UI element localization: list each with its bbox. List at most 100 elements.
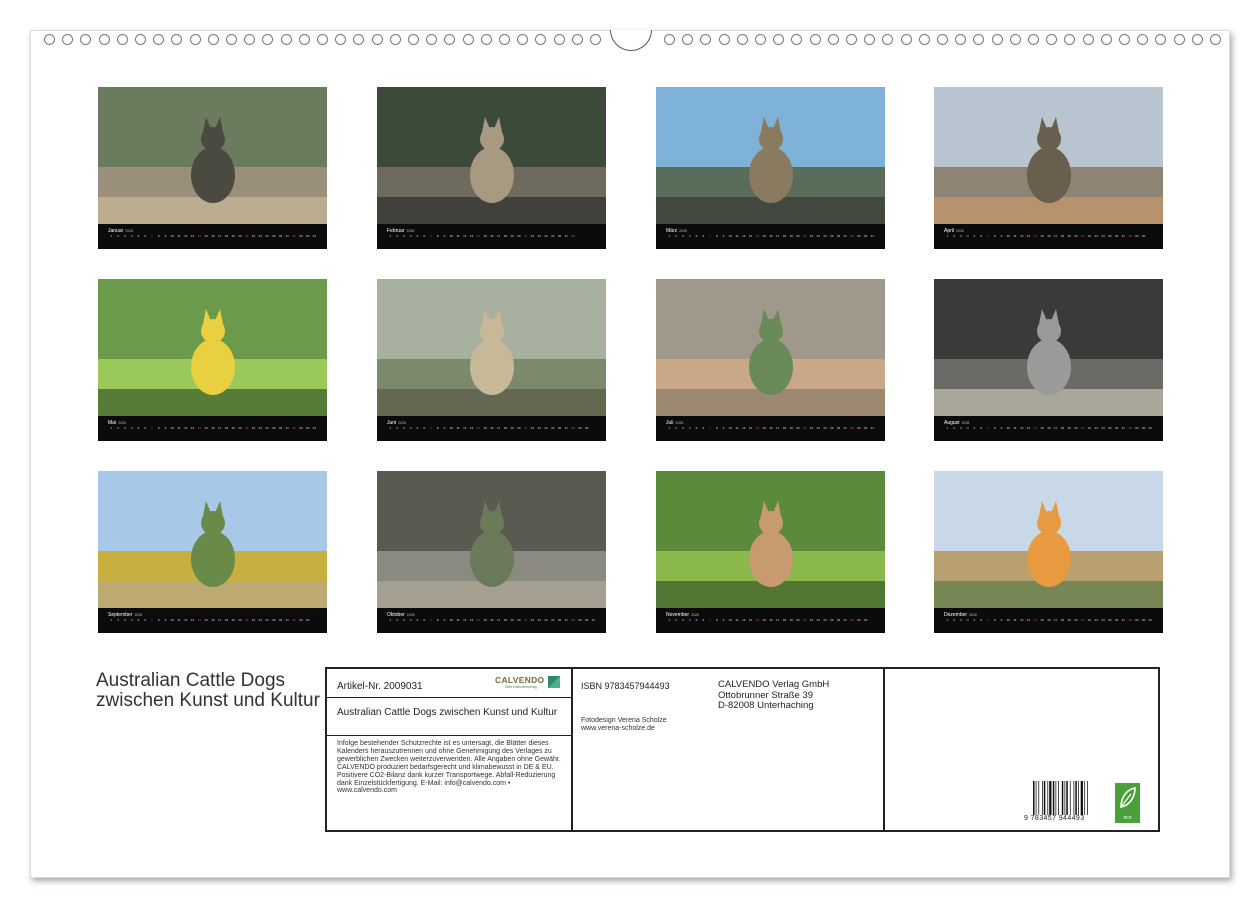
day-cell: 28 — [571, 426, 575, 430]
day-cell: 21 — [524, 234, 528, 238]
day-cell: 18 — [1060, 234, 1065, 238]
binding-ring — [389, 34, 401, 45]
day-cell: 13 — [469, 426, 474, 430]
day-cell: 9 — [722, 618, 725, 622]
day-cell: 1 — [668, 426, 671, 430]
barcode-bar — [1055, 781, 1057, 815]
day-cell: 5 — [137, 234, 140, 238]
dog-photo — [656, 471, 885, 608]
day-cell: 24 — [823, 618, 827, 622]
day-cell — [576, 234, 583, 246]
month-page-8: August 2026 1 2 3 4 5 6 7 8 9 10 11 12 13 14 15 16 17 18 19 2… — [934, 279, 1163, 441]
day-cell: 14 — [197, 426, 201, 430]
binding-ring — [480, 34, 492, 45]
day-cell: 23 — [1094, 426, 1098, 430]
dog-photo — [934, 471, 1163, 608]
day-cell: 6 — [980, 426, 983, 430]
day-cell: 16 — [769, 234, 773, 238]
day-cell: 6 — [144, 618, 147, 622]
day-cell: 12 — [463, 234, 467, 238]
day-cell: 26 — [836, 234, 841, 238]
binding-ring — [1100, 34, 1112, 45]
day-cell: 17 — [775, 618, 780, 622]
binding-ring — [827, 34, 839, 45]
day-cell: 13 — [190, 234, 195, 238]
day-cell: 26 — [278, 618, 283, 622]
day-cell: 8 — [436, 426, 439, 430]
day-cell: 2 — [396, 618, 398, 622]
year-label: 2026 — [691, 613, 699, 617]
day-cell: 1 — [389, 426, 392, 430]
legal-notice: Infolge bestehender Schutzrechte ist es … — [337, 740, 561, 795]
binding-ring — [335, 34, 347, 45]
day-cell: 24 — [1101, 426, 1105, 430]
day-cell: 21 — [1081, 426, 1085, 430]
day-cell: 21 — [245, 234, 249, 238]
day-cell: 26 — [836, 426, 841, 430]
day-cell: 3 — [682, 618, 684, 622]
day-cell: 25 — [272, 426, 276, 430]
day-cell: 12 — [742, 426, 746, 430]
day-cell: 23 — [816, 426, 820, 430]
binding-ring — [1210, 34, 1221, 45]
day-cell: 9 — [1000, 618, 1003, 622]
day-cell: 30 — [305, 426, 310, 430]
info-box: Artikel-Nr. 2009031 CALVENDO Dein Kalend… — [325, 667, 1160, 832]
day-cell: 12 — [1020, 234, 1024, 238]
day-cell: 11 — [735, 618, 739, 622]
day-cell: 21 — [803, 234, 807, 238]
day-cell: 27 — [1121, 234, 1125, 238]
day-cell: 7 — [709, 618, 711, 622]
day-cell: 15 — [1040, 234, 1044, 238]
day-cell: 27 — [1121, 426, 1125, 430]
day-cell: 27 — [285, 426, 289, 430]
day-cell: 7 — [151, 426, 153, 430]
day-cell: 14 — [1033, 618, 1037, 622]
year-label: 2026 — [956, 229, 964, 233]
day-cell: 3 — [124, 618, 126, 622]
day-cell: 1 — [110, 426, 113, 430]
binding-ring — [189, 34, 201, 45]
year-label: 2026 — [961, 421, 970, 425]
month-page-3: März 2026 1 2 3 4 5 6 7 8 9 10 11 12 13 14 15 16 17 18 19 20 2… — [656, 87, 885, 249]
year-label: 2026 — [406, 229, 415, 233]
dog-photo — [98, 87, 327, 224]
day-cell: 19 — [510, 618, 514, 622]
day-cell: 1 — [389, 234, 392, 238]
day-cell: 21 — [1081, 618, 1085, 622]
binding-ring — [918, 34, 930, 45]
day-cell: 27 — [564, 618, 568, 622]
day-cell: 11 — [735, 234, 739, 238]
month-page-10: Oktober 2026 1 2 3 4 5 6 7 8 9 10 11 12 13 14 15 16 17 18 19… — [377, 471, 606, 633]
day-cell: 18 — [782, 426, 787, 430]
barcode-bar — [1075, 781, 1077, 815]
day-cell: 22 — [1087, 618, 1092, 622]
day-cell: 8 — [715, 618, 718, 622]
day-cell: 18 — [782, 234, 787, 238]
day-cell: 2 — [675, 618, 677, 622]
day-cell: 6 — [980, 618, 983, 622]
month-page-5: Mai 2026 1 2 3 4 5 6 7 8 9 10 11 12 13 14 15 16 17 18 19 20 21… — [98, 279, 327, 441]
day-cell: 1 — [946, 618, 949, 622]
day-cell: 27 — [843, 618, 847, 622]
day-cell: 17 — [775, 426, 780, 430]
binding-ring — [991, 34, 1003, 45]
day-cell: 20 — [796, 426, 800, 430]
binding-ring — [773, 34, 785, 45]
day-cell: 13 — [469, 234, 474, 238]
binding-ring — [718, 34, 730, 45]
binding-ring — [882, 34, 894, 45]
month-calendar-strip: August 2026 1 2 3 4 5 6 7 8 9 10 11 12 13 14 15 16 17 18 19 2… — [934, 416, 1163, 441]
day-cell: 14 — [755, 234, 759, 238]
day-cell: 6 — [423, 426, 426, 430]
year-label: 2026 — [675, 421, 684, 425]
day-cell: 4 — [409, 426, 412, 430]
dog-photo — [656, 279, 885, 416]
day-cell: 14 — [476, 426, 480, 430]
day-cell: 9 — [164, 426, 167, 430]
day-cell: 20 — [238, 426, 242, 430]
day-cell: 16 — [490, 618, 494, 622]
binding-ring — [791, 34, 803, 45]
day-cell: 15 — [1040, 426, 1044, 430]
year-label: 2026 — [134, 613, 143, 617]
